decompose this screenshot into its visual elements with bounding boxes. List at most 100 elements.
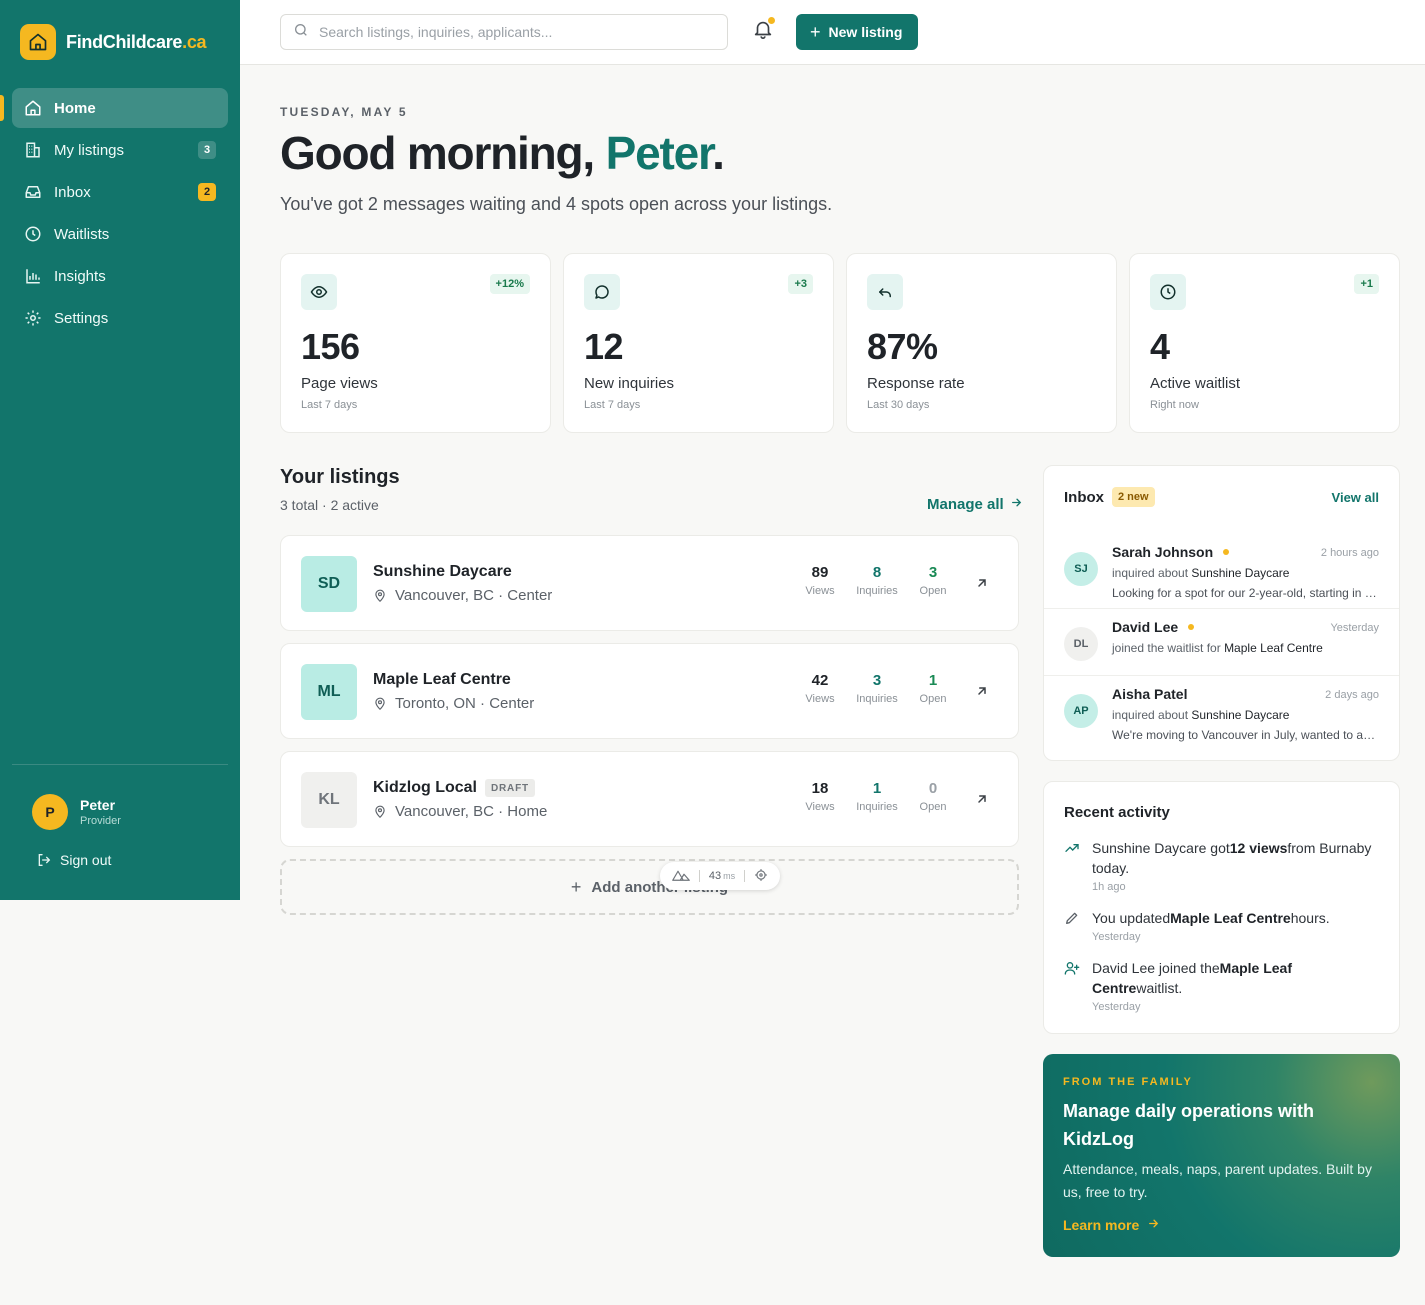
sidebar-item-my-listings[interactable]: My listings 3 (12, 130, 228, 170)
stat-label: New inquiries (584, 375, 675, 392)
listings-count: 3 total · 2 active (280, 497, 379, 513)
brand-logo-link[interactable]: FindChildcare.ca (20, 24, 207, 60)
external-link-icon[interactable] (973, 574, 991, 592)
stat-card-new-inquiries[interactable]: +3 12 New inquiries Last 7 days (563, 253, 834, 433)
unread-dot (1188, 624, 1195, 630)
clock-icon (1150, 274, 1186, 310)
sidebar-item-settings[interactable]: Settings (12, 298, 228, 338)
bar-chart-icon (24, 267, 42, 285)
learn-more-link[interactable]: Learn more (1063, 1217, 1160, 1233)
open-spots-metric: 0 Open (919, 780, 947, 813)
message-preview: Looking for a spot for our 2-year-old, s… (1112, 586, 1380, 600)
page-title: Good morning, Peter. (280, 127, 725, 179)
stat-label: Active waitlist (1150, 375, 1241, 392)
sign-out-label: Sign out (60, 852, 112, 868)
sidebar-item-waitlists[interactable]: Waitlists (12, 214, 228, 254)
listing-name: Maple Leaf Centre (373, 671, 511, 688)
message-item-david-lee[interactable]: DL David Lee Yesterday joined the waitli… (1044, 609, 1399, 676)
listing-location: Toronto, ON · Center (373, 695, 534, 712)
sender-name: David Lee (1112, 619, 1195, 635)
inquiries-metric: 3 Inquiries (856, 672, 898, 705)
message-item-sarah-johnson[interactable]: SJ Sarah Johnson 2 hours ago inquired ab… (1044, 534, 1399, 609)
map-pin-icon (373, 805, 387, 819)
message-item-aisha-patel[interactable]: AP Aisha Patel 2 days ago inquired about… (1044, 676, 1399, 756)
crosshair-icon[interactable] (754, 868, 768, 885)
listing-card-sunshine-daycare[interactable]: SD Sunshine Daycare Vancouver, BC · Cent… (280, 535, 1019, 631)
search-box[interactable] (280, 14, 728, 50)
sender-name: Sarah Johnson (1112, 544, 1230, 560)
listing-card-kidzlog-local[interactable]: KL Kidzlog Local DRAFT Vancouver, BC · H… (280, 751, 1019, 847)
message-time: 2 days ago (1325, 689, 1379, 701)
recent-activity-panel: Recent activity Sunshine Daycare got12 v… (1043, 781, 1400, 1034)
clock-icon (24, 225, 42, 243)
inbox-panel: Inbox 2 new View all SJ Sarah Johnson 2 … (1043, 465, 1400, 761)
message-context: inquired about Sunshine Daycare (1112, 566, 1290, 580)
stat-card-page-views[interactable]: +12% 156 Page views Last 7 days (280, 253, 551, 433)
listing-avatar: ML (301, 664, 357, 720)
sidebar: FindChildcare.ca Home My listings 3 Inbo… (0, 0, 240, 900)
avatar: SJ (1064, 552, 1098, 586)
stat-period: Last 7 days (584, 399, 641, 411)
plus-icon: + (570, 876, 582, 897)
sidebar-item-label: Waitlists (54, 225, 110, 243)
open-spots-metric: 1 Open (919, 672, 947, 705)
reply-icon (867, 274, 903, 310)
notifications-button[interactable] (752, 17, 775, 40)
message-context: joined the waitlist for Maple Leaf Centr… (1112, 641, 1323, 655)
message-preview: We're moving to Vancouver in July, wante… (1112, 728, 1380, 742)
trending-up-icon (1064, 840, 1080, 856)
stat-label: Page views (301, 375, 378, 392)
new-count-badge: 2 new (1112, 487, 1155, 507)
sender-name: Aisha Patel (1112, 686, 1188, 702)
sidebar-item-home[interactable]: Home (12, 88, 228, 128)
home-icon (24, 99, 42, 117)
search-icon (293, 22, 309, 43)
user-profile[interactable]: P Peter Provider (32, 794, 121, 830)
stat-value: 156 (301, 326, 360, 367)
message-time: Yesterday (1330, 622, 1379, 634)
promo-eyebrow: FROM THE FAMILY (1063, 1076, 1193, 1088)
views-metric: 42 Views (805, 672, 835, 705)
inbox-icon (24, 183, 42, 201)
unread-dot (1223, 549, 1230, 555)
eye-icon (301, 274, 337, 310)
arrow-right-icon (1010, 496, 1023, 513)
stat-period: Right now (1150, 399, 1199, 411)
avatar: P (32, 794, 68, 830)
building-icon (24, 141, 42, 159)
sign-out-button[interactable]: Sign out (36, 852, 111, 868)
gear-icon (24, 309, 42, 327)
views-metric: 18 Views (805, 780, 835, 813)
sidebar-item-label: Settings (54, 309, 109, 327)
current-date: TUESDAY, MAY 5 (280, 105, 408, 119)
section-title: Your listings (280, 466, 400, 488)
user-role: Provider (80, 815, 121, 827)
listing-card-maple-leaf-centre[interactable]: ML Maple Leaf Centre Toronto, ON · Cente… (280, 643, 1019, 739)
arrow-right-icon (1147, 1217, 1160, 1233)
sidebar-item-insights[interactable]: Insights (12, 256, 228, 296)
stat-card-response-rate[interactable]: 87% Response rate Last 30 days (846, 253, 1117, 433)
external-link-icon[interactable] (973, 790, 991, 808)
perf-overlay[interactable]: 43 ms (660, 862, 780, 890)
message-context: inquired about Sunshine Daycare (1112, 708, 1290, 722)
topbar: + New listing (240, 0, 1425, 65)
sidebar-divider (12, 764, 228, 765)
add-listing-button[interactable]: + Add another listing (280, 859, 1019, 915)
mountain-logo-icon (672, 869, 691, 884)
section-title: Inbox (1064, 488, 1104, 506)
listing-avatar: SD (301, 556, 357, 612)
stat-value: 4 (1150, 326, 1170, 367)
new-listing-button[interactable]: + New listing (796, 14, 919, 50)
plus-icon: + (810, 22, 821, 42)
view-all-link[interactable]: View all (1332, 490, 1379, 505)
active-nav-marker (0, 95, 4, 121)
chat-icon (584, 274, 620, 310)
sidebar-item-inbox[interactable]: Inbox 2 (12, 172, 228, 212)
sidebar-item-label: My listings (54, 141, 125, 159)
search-input[interactable] (319, 24, 715, 40)
stat-value: 12 (584, 326, 624, 367)
stat-card-active-waitlist[interactable]: +1 4 Active waitlist Right now (1129, 253, 1400, 433)
manage-all-link[interactable]: Manage all (927, 496, 1023, 513)
external-link-icon[interactable] (973, 682, 991, 700)
inquiries-metric: 1 Inquiries (856, 780, 898, 813)
